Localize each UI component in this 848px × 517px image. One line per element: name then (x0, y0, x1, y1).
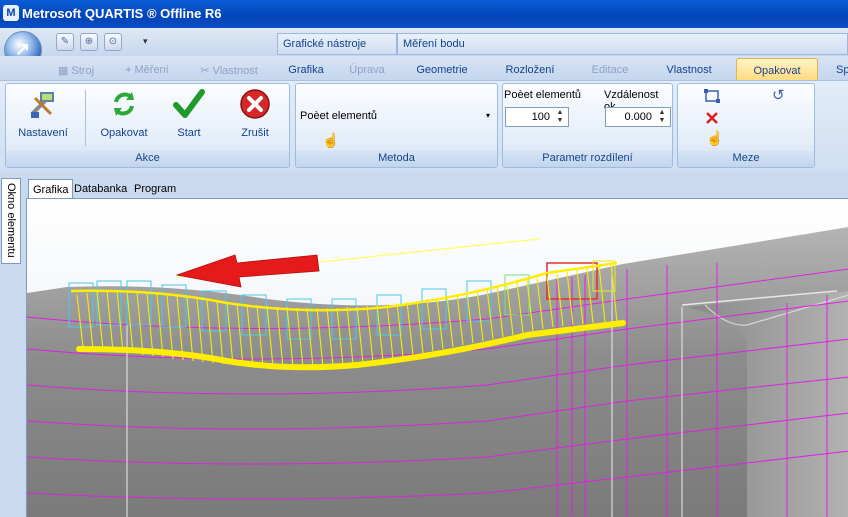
zoom-icon[interactable]: ⊕ (80, 33, 98, 51)
context-header-point-measurement: Měření bodu (397, 33, 848, 55)
tab-mereni[interactable]: ⌖ Měření (118, 58, 176, 82)
settings-tools-icon (30, 92, 54, 118)
pointer-hand-icon[interactable]: ☝ (706, 130, 723, 147)
metoda-dropdown-value: Poèet elementů (300, 110, 378, 122)
title-bar: M Metrosoft QUARTIS ® Offline R6 (0, 0, 848, 28)
spinner-arrows-icon[interactable]: ▲ ▼ (554, 109, 566, 125)
measure-icon: ⌖ (125, 64, 135, 76)
tab-stroj[interactable]: ▦ Stroj (52, 58, 100, 82)
chevron-down-icon: ▾ (485, 111, 490, 120)
start-label: Start (177, 127, 201, 139)
group-meze-label: Meze (678, 151, 814, 167)
spinner-arrows-icon[interactable]: ▲ ▼ (656, 109, 668, 125)
doc-tab-grafika[interactable]: Grafika (28, 179, 74, 198)
opakovat-label: Opakovat (100, 127, 148, 139)
pointer-hand-icon[interactable]: ☝ (322, 132, 339, 149)
zrusit-label: Zrušit (241, 127, 269, 139)
nastaveni-button[interactable]: Nastavení (12, 88, 74, 139)
property-icon: ✂ (200, 65, 213, 77)
zrusit-button[interactable]: Zrušit (230, 88, 280, 139)
tab-vlastnost-left[interactable]: ✂ Vlastnost (194, 58, 264, 82)
graphics-viewport[interactable] (26, 198, 848, 517)
count-value: 100 (531, 111, 550, 123)
boundary-rect-icon[interactable] (704, 88, 720, 104)
nastaveni-label: Nastavení (18, 127, 68, 139)
probe-icon[interactable]: ✎ (56, 33, 74, 51)
opakovat-button[interactable]: Opakovat (94, 88, 154, 139)
distance-spinner[interactable]: 0.000 ▲ ▼ (605, 107, 671, 127)
delete-icon[interactable] (704, 110, 720, 126)
distance-value: 0.000 (624, 111, 652, 123)
cancel-icon (240, 89, 270, 119)
group-meze: ☝ ↺ Meze (677, 83, 815, 168)
tab-vlastnost[interactable]: Vlastnost (660, 58, 718, 82)
tab-grafika[interactable]: Grafika (282, 58, 330, 82)
group-metoda: Poèet elementů ▾ ☝ Metoda (295, 83, 498, 168)
window-title: Metrosoft QUARTIS ® Offline R6 (22, 6, 222, 21)
group-metoda-label: Metoda (296, 151, 497, 167)
repeat-icon (114, 92, 134, 116)
stroj-icon: ▦ (57, 65, 72, 77)
tab-uprava[interactable]: Úprava (342, 58, 392, 82)
group-parametr-label: Parametr rozdílení (503, 151, 672, 167)
tab-geometrie[interactable]: Geometrie (410, 58, 474, 82)
checkmark-icon (173, 89, 205, 118)
count-spinner[interactable]: 100 ▲ ▼ (505, 107, 569, 127)
element-window-tab[interactable]: Okno elementu (1, 178, 21, 264)
count-label: Poèet elementů (504, 89, 582, 101)
zoom-fit-icon[interactable]: ⊙ (104, 33, 122, 51)
tab-opakovat[interactable]: Opakovat (736, 58, 818, 82)
doc-tab-databanka[interactable]: Databanka (70, 179, 131, 198)
undo-arc-icon[interactable]: ↺ (772, 86, 785, 104)
app-icon: M (3, 5, 19, 21)
element-window-label: Okno elementu (5, 183, 17, 258)
group-akce: Nastavení Opakovat Start Zrušit Akce (5, 83, 290, 168)
group-akce-label: Akce (6, 151, 289, 167)
metoda-dropdown[interactable]: Poèet elementů ▾ (300, 110, 494, 126)
tab-rozlozeni[interactable]: Rozložení (500, 58, 560, 82)
doc-tab-program[interactable]: Program (130, 179, 180, 198)
tab-sp[interactable]: Sp (832, 58, 848, 82)
group-parametr: Poèet elementů 100 ▲▼ Vzdálenost ok 0.00… (502, 83, 673, 168)
tab-editace[interactable]: Editace (585, 58, 635, 82)
start-button[interactable]: Start (164, 88, 214, 139)
customize-qat-chevron-icon[interactable]: ▾ (143, 36, 148, 47)
group-separator (85, 90, 86, 146)
cad-scene[interactable] (27, 199, 848, 517)
context-header-graphics-tools: Grafické nástroje (277, 33, 397, 55)
